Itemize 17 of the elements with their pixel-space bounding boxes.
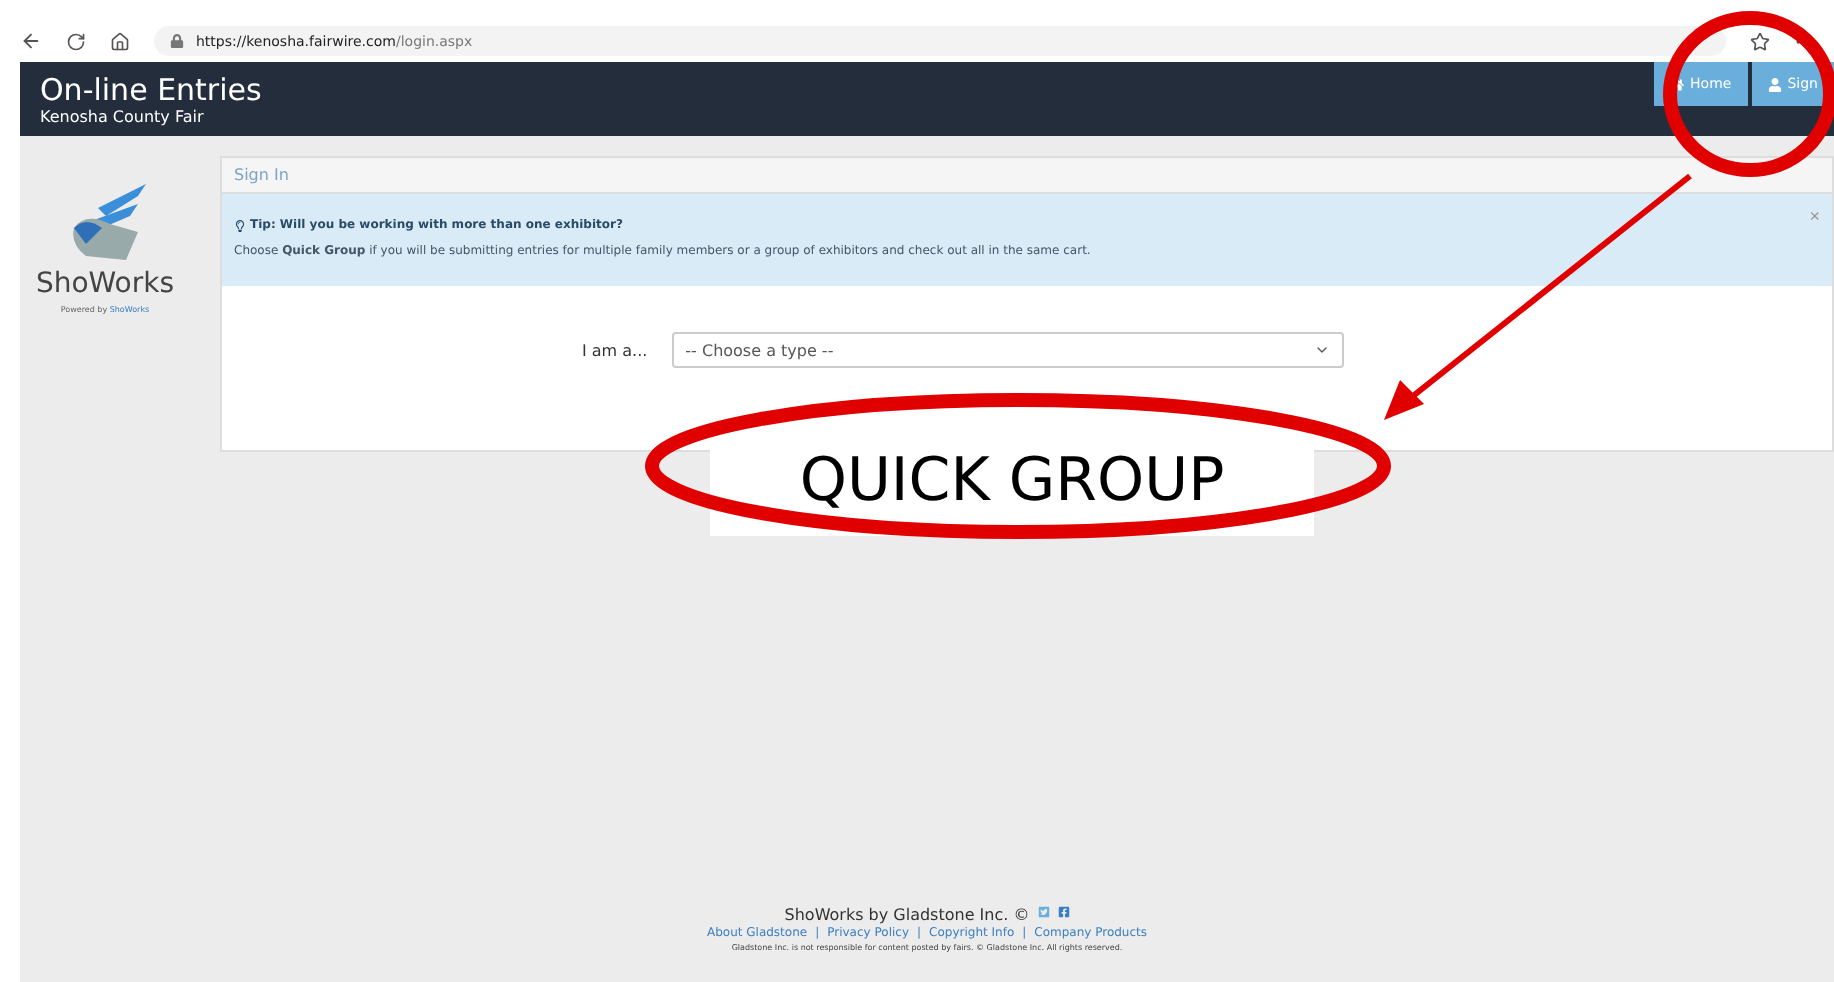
lock-icon: [170, 34, 184, 48]
type-select[interactable]: -- Choose a type --: [671, 332, 1344, 368]
footer-brand: ShoWorks by Gladstone Inc. ©: [784, 906, 1030, 924]
field-label: I am a...: [582, 341, 648, 359]
close-button[interactable]: ×: [1809, 206, 1820, 226]
logo-text: ShoWorks: [35, 268, 175, 300]
site-subtitle: Kenosha County Fair: [40, 107, 206, 125]
lightbulb-icon: [234, 219, 246, 231]
star-icon[interactable]: [1750, 31, 1770, 51]
reload-icon[interactable]: [66, 31, 86, 51]
user-icon: [1767, 77, 1782, 91]
site-title: On-line Entries: [40, 73, 262, 107]
chevron-down-icon: [1313, 342, 1330, 358]
panel-title: Sign In: [222, 158, 1832, 194]
back-icon[interactable]: [20, 30, 42, 52]
home-icon[interactable]: [110, 31, 130, 51]
facebook-icon[interactable]: [1057, 906, 1070, 918]
